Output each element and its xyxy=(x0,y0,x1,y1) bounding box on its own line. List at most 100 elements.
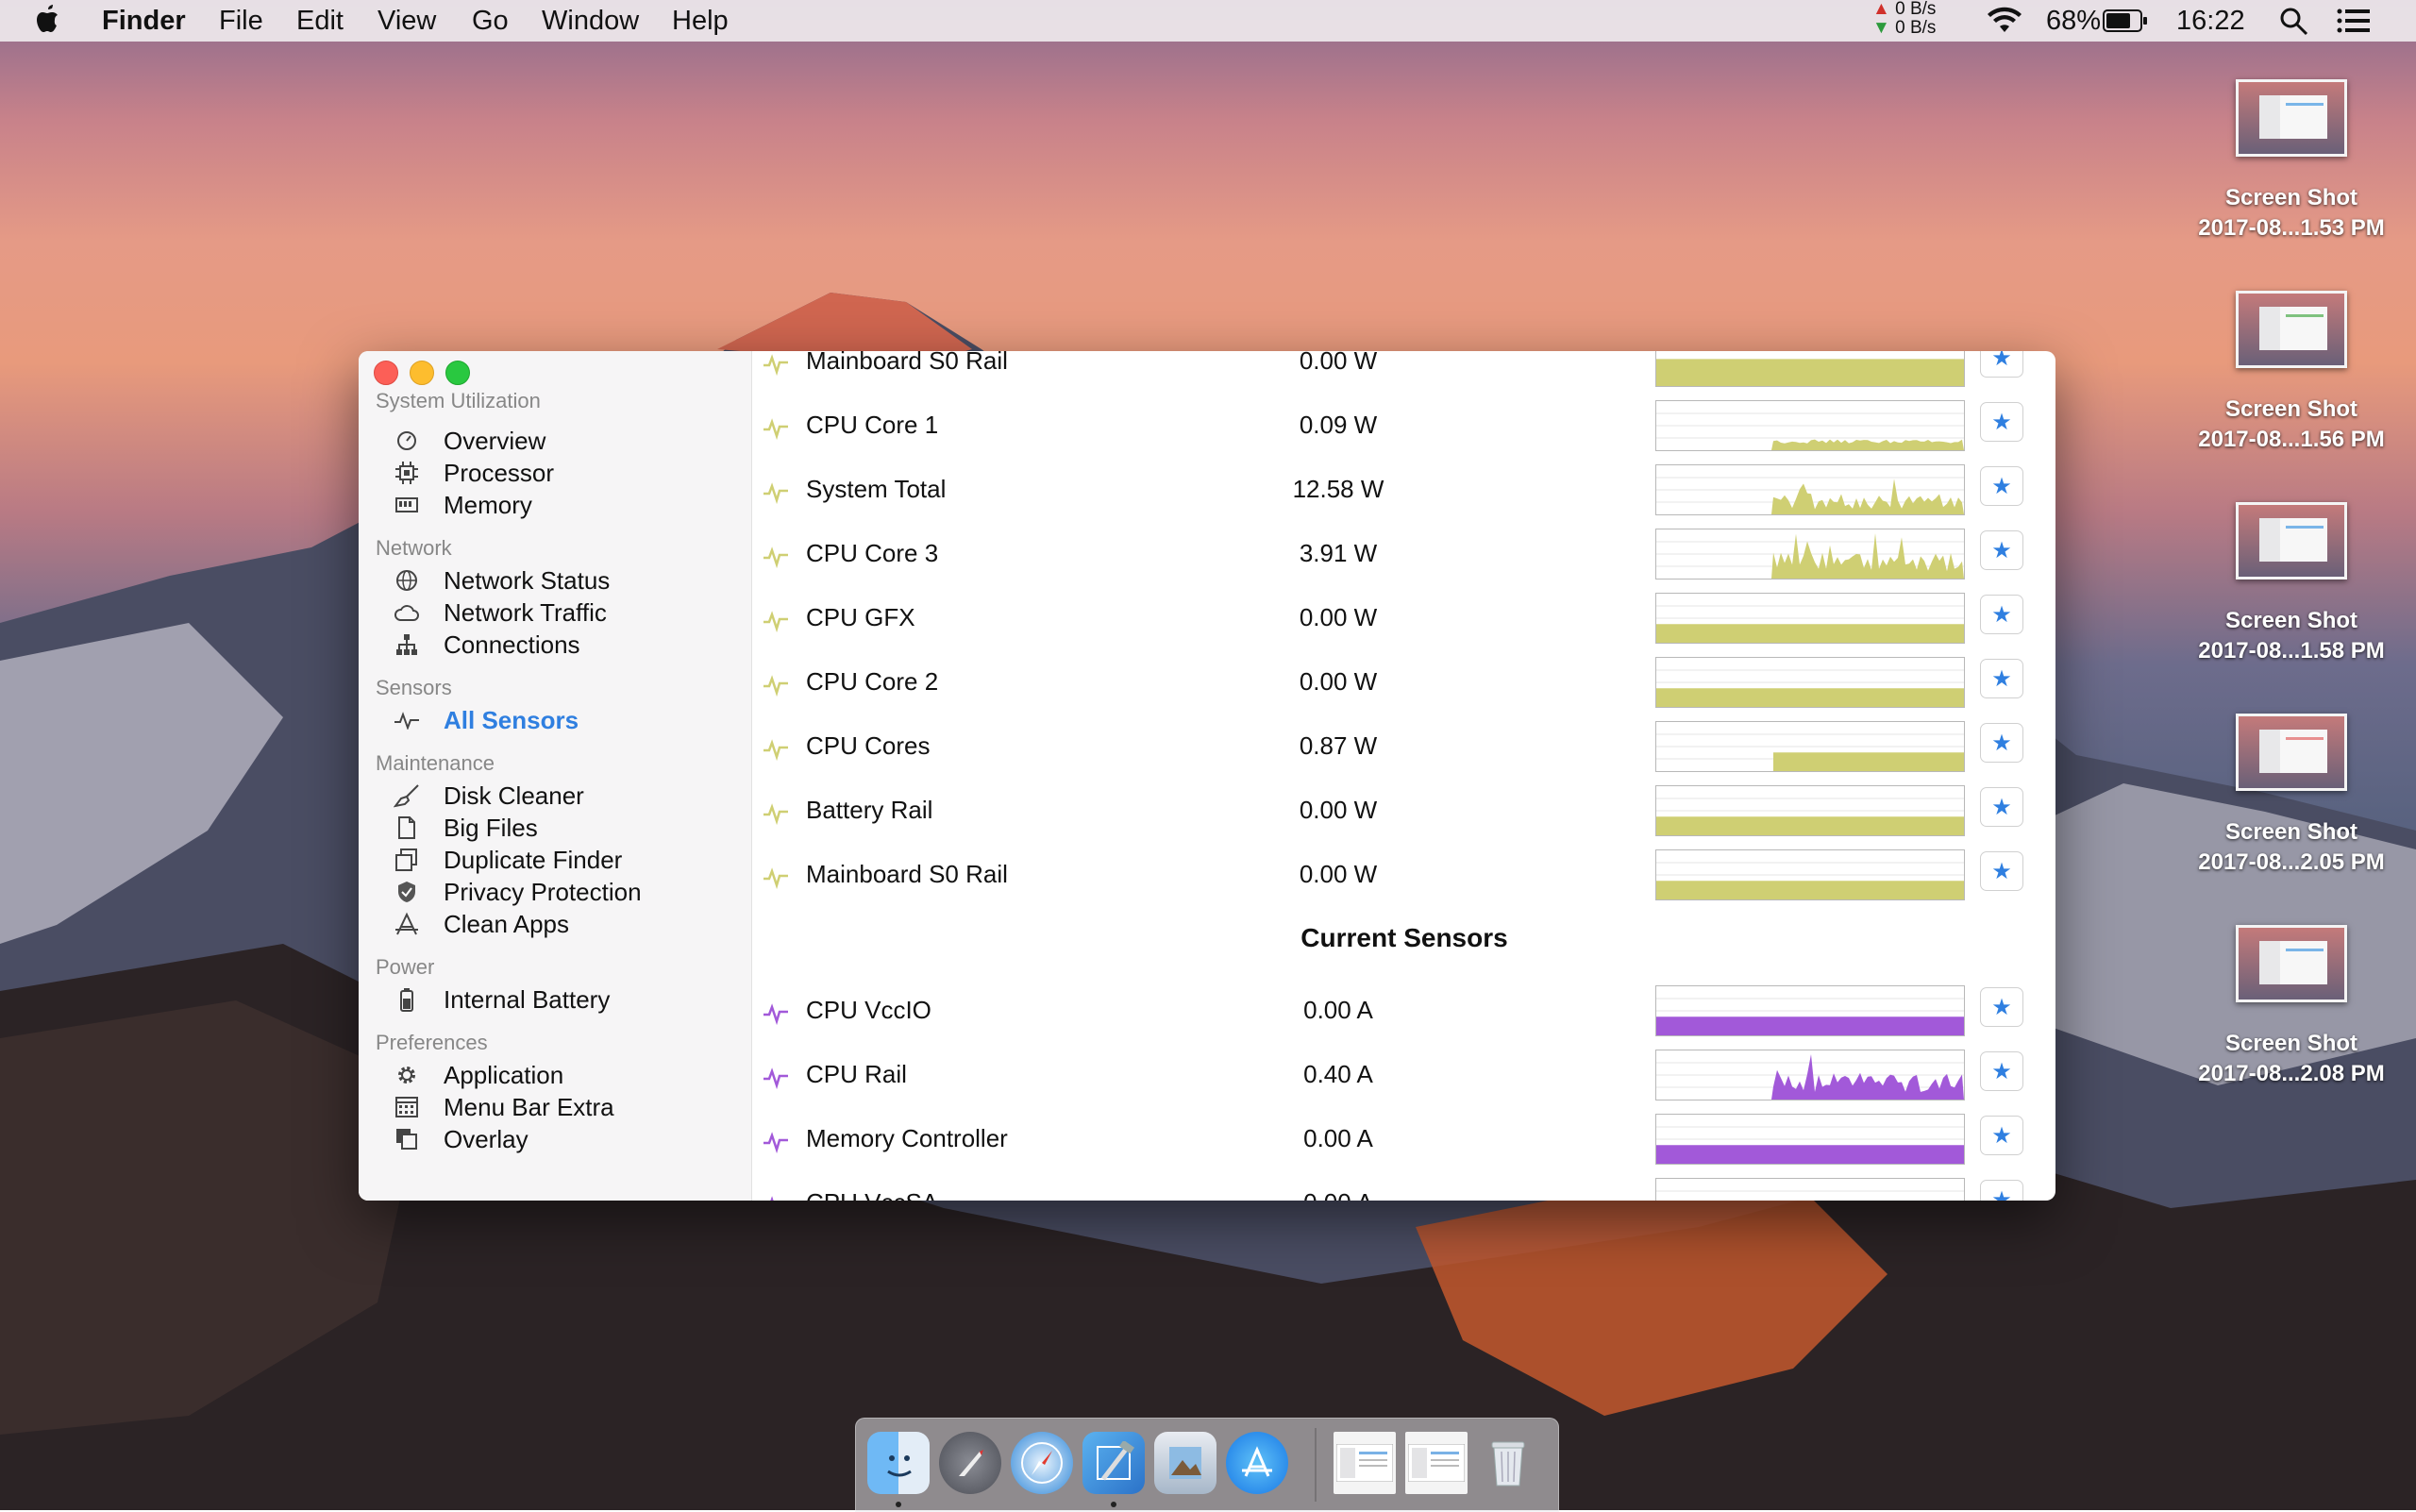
sidebar-item-label: Internal Battery xyxy=(444,984,611,1014)
spotlight-search-icon[interactable] xyxy=(2278,6,2308,44)
sensor-history-graph xyxy=(1655,400,1965,451)
sidebar-item-application[interactable]: Application xyxy=(393,1059,563,1091)
sidebar-item-big-files[interactable]: Big Files xyxy=(393,812,538,844)
desktop-file-screenshot-1[interactable]: Screen Shot 2017-08...1.53 PM xyxy=(2178,79,2405,244)
safari-icon[interactable] xyxy=(1011,1432,1073,1494)
favorite-star-button[interactable]: ★ xyxy=(1980,530,2023,570)
menu-help[interactable]: Help xyxy=(672,4,729,38)
sidebar-item-internal-battery[interactable]: Internal Battery xyxy=(393,983,610,1016)
app-store-icon[interactable] xyxy=(1226,1432,1288,1494)
sidebar-item-connections[interactable]: Connections xyxy=(393,629,580,661)
menu-view[interactable]: View xyxy=(378,4,436,38)
trash-icon[interactable] xyxy=(1477,1432,1539,1494)
favorite-star-button[interactable]: ★ xyxy=(1980,1051,2023,1091)
finder-icon[interactable] xyxy=(867,1432,930,1494)
desktop-file-screenshot-4[interactable]: Screen Shot 2017-08...2.05 PM xyxy=(2178,714,2405,878)
sensor-value: 0.09 W xyxy=(1299,411,1378,439)
favorite-star-button[interactable]: ★ xyxy=(1980,987,2023,1027)
launchpad-icon[interactable] xyxy=(939,1432,1001,1494)
sensor-history-graph xyxy=(1655,785,1965,836)
favorite-star-button[interactable]: ★ xyxy=(1980,466,2023,506)
sidebar-item-network-status[interactable]: Network Status xyxy=(393,564,610,596)
sidebar-item-overview[interactable]: Overview xyxy=(393,425,545,457)
screenshot-thumbnail xyxy=(2236,714,2347,791)
menu-app-name[interactable]: Finder xyxy=(102,4,186,38)
xcode-icon[interactable] xyxy=(1082,1432,1145,1494)
notification-center-icon[interactable] xyxy=(2337,8,2371,42)
sensor-history-graph xyxy=(1655,1178,1965,1201)
sensor-row[interactable]: CPU Core 2 0.00 W ★ xyxy=(753,653,2055,717)
desktop-file-screenshot-2[interactable]: Screen Shot 2017-08...1.56 PM xyxy=(2178,291,2405,455)
sensor-row[interactable]: Mainboard S0 Rail 0.00 W ★ xyxy=(753,351,2055,396)
battery-percent[interactable]: 68% xyxy=(2046,4,2101,38)
battery-icon[interactable] xyxy=(2103,8,2148,42)
sensor-value: 0.40 A xyxy=(1303,1060,1373,1088)
sensor-row[interactable]: CPU VccSA 0.00 A ★ xyxy=(753,1174,2055,1201)
favorite-star-button[interactable]: ★ xyxy=(1980,1180,2023,1201)
section-sensors: Sensors xyxy=(376,676,452,699)
clock[interactable]: 16:22 xyxy=(2176,4,2245,38)
wifi-icon[interactable] xyxy=(1986,6,2023,42)
menu-go[interactable]: Go xyxy=(472,4,509,38)
sidebar-item-memory[interactable]: Memory xyxy=(393,489,532,521)
sidebar-item-disk-cleaner[interactable]: Disk Cleaner xyxy=(393,780,584,812)
sidebar-item-label: Overview xyxy=(444,426,546,455)
favorite-star-button[interactable]: ★ xyxy=(1980,402,2023,442)
screenshot-icon[interactable] xyxy=(1405,1432,1468,1494)
sensor-history-area xyxy=(1656,624,1964,643)
desktop-file-name: Screen Shot xyxy=(2224,185,2358,210)
zoom-button[interactable] xyxy=(445,361,470,385)
favorite-star-button[interactable]: ★ xyxy=(1980,1116,2023,1155)
menu-window[interactable]: Window xyxy=(542,4,639,38)
favorite-star-button[interactable]: ★ xyxy=(1980,851,2023,891)
sensor-row[interactable]: Memory Controller 0.00 A ★ xyxy=(753,1110,2055,1174)
close-button[interactable] xyxy=(374,361,398,385)
sensor-value: 0.00 A xyxy=(1244,1188,1433,1201)
sidebar-item-menu-bar-extra[interactable]: Menu Bar Extra xyxy=(393,1091,614,1123)
screenshot-icon[interactable] xyxy=(1334,1432,1396,1494)
sidebar-item-network-traffic[interactable]: Network Traffic xyxy=(393,596,607,629)
sidebar-item-duplicate-finder[interactable]: Duplicate Finder xyxy=(393,844,622,876)
sensor-row[interactable]: CPU VccIO 0.00 A ★ xyxy=(753,982,2055,1046)
minimize-button[interactable] xyxy=(410,361,434,385)
sidebar-item-processor[interactable]: Processor xyxy=(393,457,554,489)
favorite-star-button[interactable]: ★ xyxy=(1980,787,2023,827)
globe-icon xyxy=(393,566,421,595)
preview-icon[interactable] xyxy=(1154,1432,1216,1494)
sensor-row[interactable]: Battery Rail 0.00 W ★ xyxy=(753,781,2055,846)
sensor-name: System Total xyxy=(806,475,947,503)
sensor-history-graph xyxy=(1655,657,1965,708)
favorite-star-button[interactable]: ★ xyxy=(1980,659,2023,698)
sidebar-item-all-sensors[interactable]: All Sensors xyxy=(393,704,579,736)
desktop-file-screenshot-3[interactable]: Screen Shot 2017-08...1.58 PM xyxy=(2178,502,2405,666)
dock xyxy=(855,1418,1559,1512)
sidebar-item-clean-apps[interactable]: Clean Apps xyxy=(393,908,569,940)
sensor-history-graph xyxy=(1655,1050,1965,1100)
desktop-file-screenshot-5[interactable]: Screen Shot 2017-08...2.08 PM xyxy=(2178,925,2405,1089)
sensor-history-graph xyxy=(1655,593,1965,644)
sensor-row[interactable]: CPU GFX 0.00 W ★ xyxy=(753,589,2055,653)
desktop-file-date: 2017-08...1.58 PM xyxy=(2198,638,2385,664)
sidebar-item-privacy-protection[interactable]: Privacy Protection xyxy=(393,876,642,908)
sensor-name: CPU GFX xyxy=(806,603,915,631)
section-header-current-sensors: Current Sensors xyxy=(1300,923,1508,952)
sensor-row[interactable]: Mainboard S0 Rail 0.00 W ★ xyxy=(753,846,2055,910)
network-rate-extra[interactable]: ▲ 0 B/s ▼ 0 B/s xyxy=(1872,0,1936,38)
sensor-row[interactable]: System Total 12.58 W ★ xyxy=(753,461,2055,525)
sidebar-item-overlay[interactable]: Overlay xyxy=(393,1123,528,1155)
sensor-pulse-icon xyxy=(763,611,788,633)
desktop-file-name: Screen Shot xyxy=(2224,608,2358,633)
sensor-row[interactable]: CPU Cores 0.87 W ★ xyxy=(753,717,2055,781)
sensor-name: Memory Controller xyxy=(806,1124,1008,1152)
sensor-row[interactable]: CPU Core 3 3.91 W ★ xyxy=(753,525,2055,589)
sensors-list[interactable]: Mainboard S0 Rail 0.00 W ★ CPU Core 1 0.09 W… xyxy=(753,351,2055,1201)
favorite-star-button[interactable]: ★ xyxy=(1980,351,2023,378)
apple-menu-icon[interactable] xyxy=(36,4,62,42)
sensor-row[interactable]: CPU Rail 0.40 A ★ xyxy=(753,1046,2055,1110)
favorite-star-button[interactable]: ★ xyxy=(1980,595,2023,634)
favorite-star-button[interactable]: ★ xyxy=(1980,723,2023,763)
menu-edit[interactable]: Edit xyxy=(296,4,344,38)
sensor-row[interactable]: CPU Core 1 0.09 W ★ xyxy=(753,396,2055,461)
menu-file[interactable]: File xyxy=(219,4,263,38)
sensor-name: CPU VccIO xyxy=(806,996,931,1024)
